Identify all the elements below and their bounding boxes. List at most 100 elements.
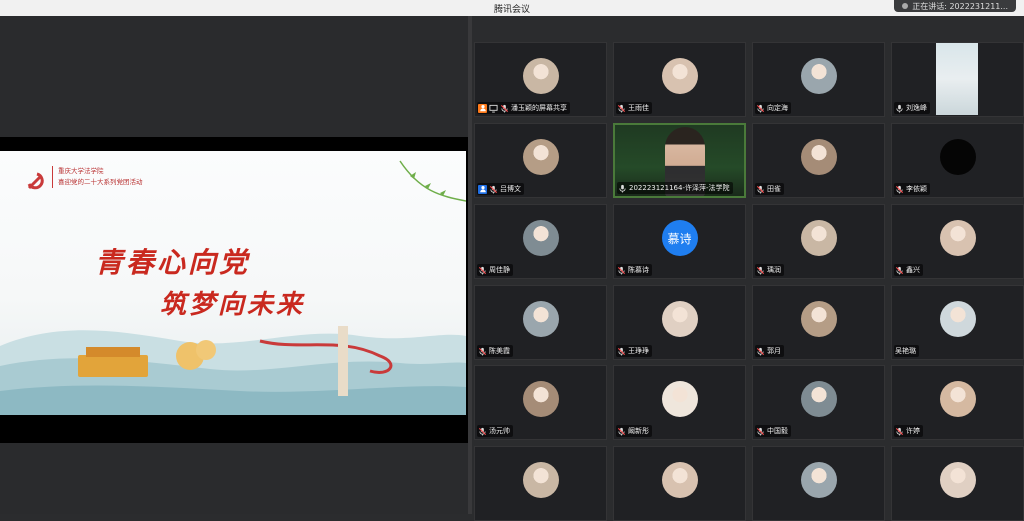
participant-nameplate: 2022231211​64-许泽萍-法学院 xyxy=(617,182,733,194)
participant-tile[interactable]: 瑀润 xyxy=(752,204,885,279)
person-icon xyxy=(478,184,487,194)
participant-tile[interactable] xyxy=(474,446,607,521)
party-emblem-icon xyxy=(27,172,44,190)
participant-tile[interactable]: 阚新彤 xyxy=(613,365,746,440)
participant-nameplate: 陈慕诗 xyxy=(616,264,652,276)
participant-name: 陈美霞 xyxy=(489,347,510,355)
mic-muted-icon[interactable] xyxy=(617,266,626,275)
participant-nameplate: 鑫兴 xyxy=(894,264,923,276)
slide-title-line2: 筑梦向未来 xyxy=(160,290,306,320)
participant-avatar xyxy=(661,58,698,94)
participant-avatar xyxy=(522,462,559,498)
participant-name: 郭月 xyxy=(767,347,781,355)
mic-muted-icon[interactable] xyxy=(500,104,509,113)
mic-muted-icon[interactable] xyxy=(617,104,626,113)
mic-muted-icon[interactable] xyxy=(478,266,487,275)
participant-avatar xyxy=(661,301,698,337)
participant-tile[interactable]: 慕诗 陈慕诗 xyxy=(613,204,746,279)
participant-tile[interactable]: 李依颖 xyxy=(891,123,1024,198)
participant-avatar xyxy=(800,139,837,175)
participant-tile[interactable]: 向定海 xyxy=(752,42,885,117)
participant-nameplate: 李依颖 xyxy=(894,183,930,195)
mic-muted-icon[interactable] xyxy=(895,427,904,436)
participant-tile[interactable]: 王琤琤 xyxy=(613,285,746,360)
mic-muted-icon[interactable] xyxy=(756,185,765,194)
participant-nameplate: 瑀润 xyxy=(755,264,784,276)
participant-tile[interactable]: 郭月 xyxy=(752,285,885,360)
slide-org-line2: 喜迎党的二十大系列党团活动 xyxy=(58,178,143,186)
mic-muted-icon[interactable] xyxy=(756,347,765,356)
participant-tile[interactable]: 2022231211​64-许泽萍-法学院 xyxy=(613,123,746,198)
participant-tile[interactable]: 潘玉颖的屏幕共享 xyxy=(474,42,607,117)
participant-name: 潘玉颖的屏幕共享 xyxy=(511,104,567,112)
speaker-avatar xyxy=(902,3,909,9)
mic-muted-icon[interactable] xyxy=(489,185,498,194)
participant-nameplate: 向定海 xyxy=(755,102,791,114)
mic-muted-icon[interactable] xyxy=(617,347,626,356)
mic-muted-icon[interactable] xyxy=(756,266,765,275)
mic-muted-icon[interactable] xyxy=(478,427,487,436)
participant-tile[interactable]: 田雀 xyxy=(752,123,885,198)
mic-muted-icon[interactable] xyxy=(617,427,626,436)
participant-avatar xyxy=(522,381,559,417)
participant-gallery: 潘玉颖的屏幕共享 王雨佳 向定海 刘逸峰吕博文 2022231211​64-许泽萍-法学… xyxy=(472,42,1024,521)
participant-avatar xyxy=(800,301,837,337)
mic-muted-icon[interactable] xyxy=(756,427,765,436)
participant-tile[interactable] xyxy=(891,446,1024,521)
participant-tile[interactable]: 许婷 xyxy=(891,365,1024,440)
participant-avatar xyxy=(939,220,976,256)
participant-nameplate: 潘玉颖的屏幕共享 xyxy=(477,102,570,114)
participant-name: 向定海 xyxy=(767,104,788,112)
participant-avatar: 慕诗 xyxy=(661,220,698,256)
participant-name: 汤元帅 xyxy=(489,427,510,435)
participant-name: 许婷 xyxy=(906,427,920,435)
participant-tile[interactable]: 中国毅 xyxy=(752,365,885,440)
participant-nameplate: 陈美霞 xyxy=(477,345,513,357)
shared-screen-area: 重庆大学法学院 喜迎党的二十大系列党团活动 青春心向党 筑梦向未来 xyxy=(0,16,468,514)
participant-avatar xyxy=(800,381,837,417)
mic-icon[interactable] xyxy=(618,184,627,193)
participant-tile[interactable] xyxy=(752,446,885,521)
participant-nameplate: 王琤琤 xyxy=(616,345,652,357)
participant-name: 王琤琤 xyxy=(628,347,649,355)
participant-nameplate: 中国毅 xyxy=(755,425,791,437)
person-icon xyxy=(478,103,487,113)
participant-name: 2022231211​64-许泽萍-法学院 xyxy=(629,184,730,192)
participant-name: 李依颖 xyxy=(906,185,927,193)
mic-muted-icon[interactable] xyxy=(895,266,904,275)
participant-avatar xyxy=(939,301,976,337)
participant-name: 吴艳璐 xyxy=(895,347,916,355)
mic-muted-icon[interactable] xyxy=(895,185,904,194)
participant-avatar xyxy=(939,381,976,417)
participant-nameplate: 郭月 xyxy=(755,345,784,357)
participant-name: 田雀 xyxy=(767,185,781,193)
participant-name: 中国毅 xyxy=(767,427,788,435)
participant-nameplate: 王雨佳 xyxy=(616,102,652,114)
participant-avatar xyxy=(800,462,837,498)
speaking-indicator[interactable]: 正在讲话: 2022231211... xyxy=(894,0,1016,12)
participant-name: 鑫兴 xyxy=(906,266,920,274)
participant-name: 刘逸峰 xyxy=(906,104,927,112)
participant-nameplate: 汤元帅 xyxy=(477,425,513,437)
participant-name: 周佳静 xyxy=(489,266,510,274)
participant-tile[interactable]: 吕博文 xyxy=(474,123,607,198)
participant-tile[interactable]: 汤元帅 xyxy=(474,365,607,440)
participant-avatar xyxy=(522,58,559,94)
participant-name: 吕博文 xyxy=(500,185,521,193)
participant-nameplate: 田雀 xyxy=(755,183,784,195)
mic-muted-icon[interactable] xyxy=(756,104,765,113)
participant-tile[interactable]: 周佳静 xyxy=(474,204,607,279)
participant-nameplate: 许婷 xyxy=(894,425,923,437)
mic-icon[interactable] xyxy=(895,104,904,113)
participant-tile[interactable]: 刘逸峰 xyxy=(891,42,1024,117)
title-bar: 腾讯会议 正在讲话: 2022231211... xyxy=(0,0,1024,16)
participant-avatar xyxy=(939,462,976,498)
participant-tile[interactable]: 鑫兴 xyxy=(891,204,1024,279)
participant-tile[interactable]: 吴艳璐 xyxy=(891,285,1024,360)
participant-tile[interactable]: 王雨佳 xyxy=(613,42,746,117)
participant-tile[interactable]: 陈美霞 xyxy=(474,285,607,360)
participant-tile[interactable] xyxy=(613,446,746,521)
mic-muted-icon[interactable] xyxy=(478,347,487,356)
speaking-text: 正在讲话: 2022231211... xyxy=(912,1,1008,11)
participant-avatar xyxy=(522,139,559,175)
